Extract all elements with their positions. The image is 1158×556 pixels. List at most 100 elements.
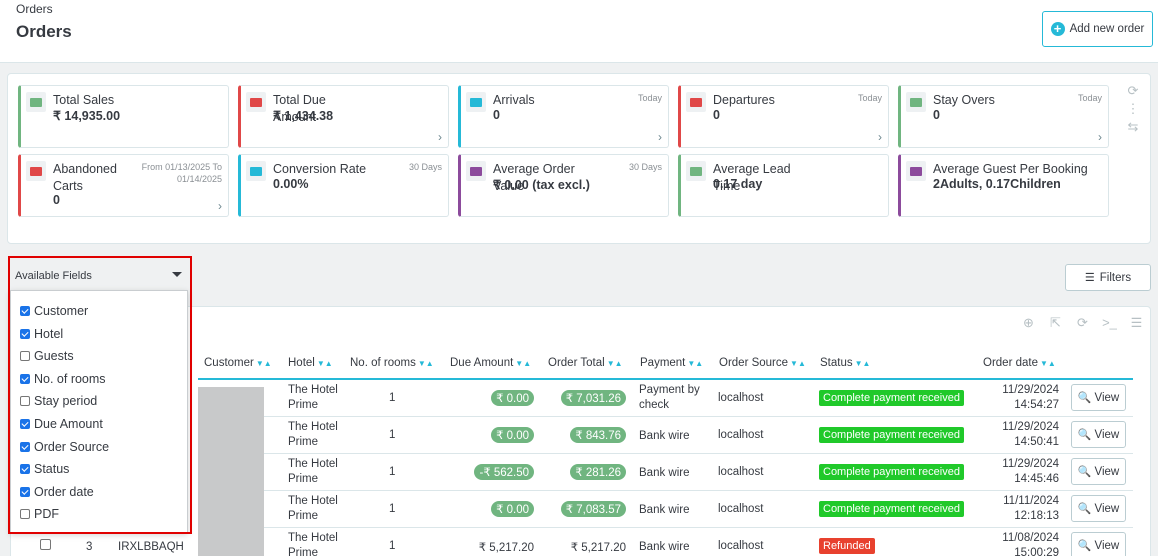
user-icon: [466, 92, 486, 112]
kpi-card[interactable]: Abandoned Carts 0 From 01/13/2025 To 01/14…: [18, 154, 229, 217]
kpi-tools: ⟳ ⋮ ⇆: [1123, 82, 1143, 136]
sort-arrows-icon[interactable]: ▼▲: [855, 359, 871, 368]
column-header[interactable]: No. of rooms ▼▲: [350, 357, 434, 369]
column-header[interactable]: Hotel ▼▲: [288, 357, 333, 369]
payment-cell: Bank wire: [639, 430, 690, 442]
zoom-icon: 🔍: [1077, 429, 1092, 441]
order-total-badge: ₹ 281.26: [570, 464, 626, 480]
sort-arrows-icon[interactable]: ▼▲: [515, 359, 531, 368]
sort-arrows-icon[interactable]: ▼▲: [256, 359, 272, 368]
order-time: 15:00:29: [1014, 547, 1059, 556]
column-header[interactable]: Order Source ▼▲: [719, 357, 806, 369]
column-label: Customer: [204, 357, 254, 369]
view-order-button[interactable]: 🔍 View: [1071, 384, 1126, 411]
sort-arrows-icon[interactable]: ▼▲: [607, 359, 623, 368]
column-header[interactable]: Order date ▼▲: [983, 357, 1056, 369]
add-icon[interactable]: ⊕: [1019, 313, 1038, 332]
view-label: View: [1094, 465, 1120, 478]
kpi-value: 0: [53, 193, 60, 207]
view-order-button[interactable]: 🔍 View: [1071, 421, 1126, 448]
payment-cell: Payment by check: [639, 384, 700, 411]
kpi-period: 30 Days: [628, 162, 662, 172]
column-header[interactable]: Payment ▼▲: [640, 357, 703, 369]
breadcrumb[interactable]: Orders: [16, 2, 53, 16]
status-badge: Complete payment received: [819, 464, 964, 480]
payment-cell: Bank wire: [639, 541, 690, 553]
order-date: 11/29/2024: [1002, 421, 1059, 433]
chevron-right-icon[interactable]: ›: [878, 130, 882, 144]
status-badge: Complete payment received: [819, 390, 964, 406]
customer-column-redacted: [198, 387, 264, 556]
column-header[interactable]: Status ▼▲: [820, 357, 870, 369]
filters-button[interactable]: ☰ Filters: [1065, 264, 1151, 291]
sort-arrows-icon[interactable]: ▼▲: [317, 359, 333, 368]
due-amount-cell: -₹ 562.50: [440, 464, 534, 480]
database-icon[interactable]: ☰: [1127, 313, 1146, 332]
kpi-value: 2Adults, 0.17Children: [933, 177, 1061, 191]
rooms-cell: 1: [389, 466, 396, 478]
column-header[interactable]: Due Amount ▼▲: [450, 357, 531, 369]
chevron-right-icon[interactable]: ›: [438, 130, 442, 144]
order-total-cell: ₹ 843.76: [530, 427, 626, 443]
refresh-icon[interactable]: ⟳: [1073, 313, 1092, 332]
sort-icon: [246, 161, 266, 181]
view-order-button[interactable]: 🔍 View: [1071, 495, 1126, 522]
kpi-card: Conversion Rate 0.00% 30 Days: [238, 154, 449, 217]
sort-arrows-icon[interactable]: ▼▲: [790, 359, 806, 368]
sort-arrows-icon[interactable]: ▼▲: [687, 359, 703, 368]
hotel-cell: The Hotel Prime: [288, 532, 338, 556]
rooms-cell: 1: [389, 392, 396, 404]
view-label: View: [1094, 391, 1120, 404]
kpi-card[interactable]: Arrivals 0 Today ›: [458, 85, 669, 148]
chevron-right-icon[interactable]: ›: [1098, 130, 1102, 144]
page-title: Orders: [16, 22, 72, 41]
order-time: 14:50:41: [1014, 436, 1059, 448]
row-checkbox[interactable]: [40, 539, 51, 550]
money-icon: [26, 92, 46, 112]
sync-icon[interactable]: ⇆: [1123, 118, 1143, 136]
user-icon: [686, 92, 706, 112]
column-header[interactable]: Order Total ▼▲: [548, 357, 623, 369]
add-new-order-button[interactable]: + Add new order: [1042, 11, 1153, 47]
order-date-cell: 11/08/2024 15:00:29: [996, 531, 1059, 556]
chevron-right-icon[interactable]: ›: [218, 199, 222, 213]
terminal-icon[interactable]: >_: [1100, 313, 1119, 332]
due-amount-badge: -₹ 562.50: [474, 464, 534, 480]
due-amount-cell: ₹ 0.00: [440, 390, 534, 406]
kpi-card[interactable]: Stay Overs 0 Today ›: [898, 85, 1109, 148]
clock-icon: [686, 161, 706, 181]
kpi-label: Departures: [713, 93, 775, 107]
order-total-badge: ₹ 7,031.26: [560, 390, 626, 406]
more-vertical-icon[interactable]: ⋮: [1123, 100, 1143, 118]
export-icon[interactable]: ⇱: [1046, 313, 1065, 332]
order-date-cell: 11/11/2024 12:18:13: [996, 494, 1059, 524]
kpi-period: From 01/13/2025 To 01/14/2025: [141, 162, 222, 184]
order-date: 11/08/2024: [1002, 532, 1059, 544]
due-amount-badge: ₹ 0.00: [491, 390, 534, 406]
view-order-button[interactable]: 🔍 View: [1071, 458, 1126, 485]
sort-arrows-icon[interactable]: ▼▲: [418, 359, 434, 368]
order-date-cell: 11/29/2024 14:50:41: [996, 420, 1059, 450]
rooms-cell: 1: [389, 429, 396, 441]
kpi-card[interactable]: Departures 0 Today ›: [678, 85, 889, 148]
view-label: View: [1094, 539, 1120, 552]
kpi-card: Total Sales ₹ 14,935.00: [18, 85, 229, 148]
order-time: 14:45:46: [1014, 473, 1059, 485]
kpi-card: Average Lead Time 0.17 day: [678, 154, 889, 217]
kpi-period: Today: [1077, 93, 1102, 103]
status-badge: Complete payment received: [819, 427, 964, 443]
plus-circle-icon: +: [1050, 22, 1065, 36]
sort-arrows-icon[interactable]: ▼▲: [1040, 359, 1056, 368]
order-source-cell: localhost: [718, 429, 764, 441]
kpi-period: 30 Days: [408, 162, 442, 172]
status-badge: Refunded: [819, 538, 875, 554]
order-source-cell: localhost: [718, 466, 764, 478]
user-icon: [906, 92, 926, 112]
chevron-right-icon[interactable]: ›: [658, 130, 662, 144]
column-header[interactable]: Customer ▼▲: [204, 357, 272, 369]
refresh-icon[interactable]: ⟳: [1123, 82, 1143, 100]
column-label: Status: [820, 357, 853, 369]
hotel-cell: The Hotel Prime: [288, 495, 338, 522]
kpi-card[interactable]: Total Due Amount ₹ 1,434.38 ›: [238, 85, 449, 148]
view-order-button[interactable]: 🔍 View: [1071, 532, 1126, 556]
